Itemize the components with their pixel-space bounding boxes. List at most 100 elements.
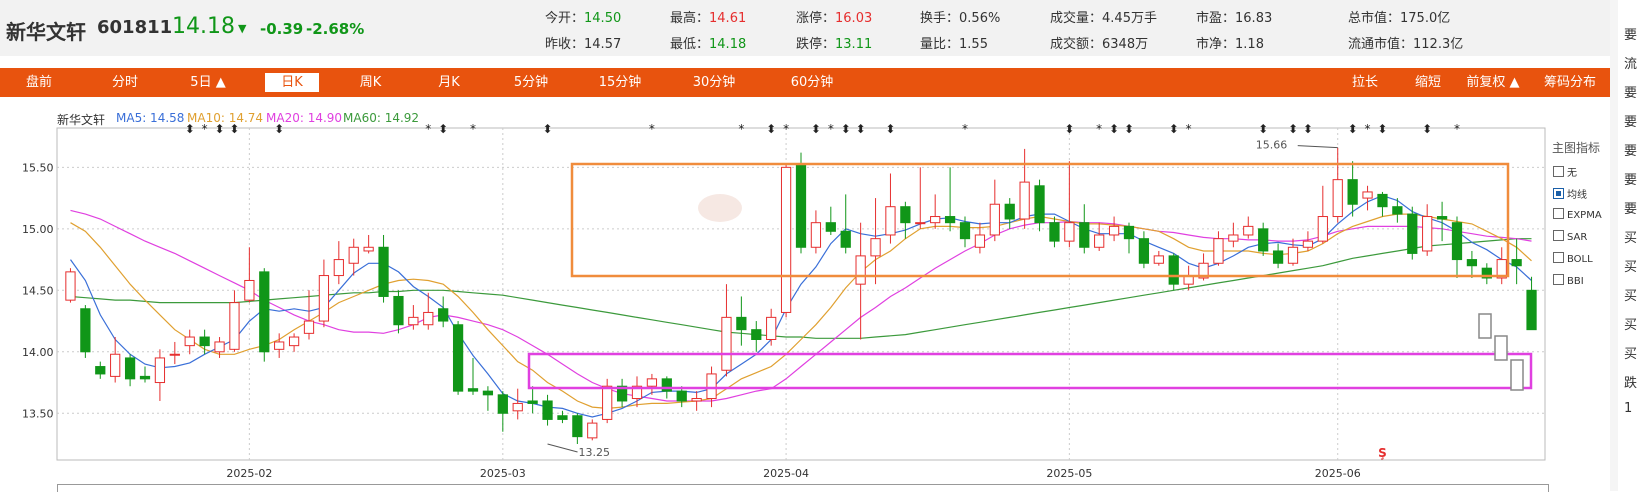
indicator-option[interactable]: 均线 <box>1553 186 1587 201</box>
indicator-checkbox[interactable] <box>1553 166 1564 177</box>
side-list-char[interactable]: 要 <box>1624 198 1637 217</box>
event-marker: ⬍ <box>766 122 776 136</box>
chart-title: 新华文轩 <box>57 113 106 127</box>
stat-value: 6348万 <box>1102 37 1149 52</box>
candle-body <box>124 357 136 380</box>
period-tab-label: 月K <box>438 75 460 90</box>
period-tab[interactable]: 15分钟 <box>575 68 665 97</box>
period-tab[interactable]: 5分钟 <box>490 68 572 97</box>
stat-value: 16.03 <box>835 11 873 26</box>
side-list-char[interactable]: 流 <box>1624 53 1637 72</box>
candle-body <box>1258 228 1269 252</box>
chart-option-button[interactable]: 缩短 <box>1403 68 1453 97</box>
stat-label: 市盈： <box>1196 11 1236 26</box>
event-marker: ⬍ <box>856 122 866 136</box>
stat-label: 今开： <box>545 11 585 26</box>
candle-body <box>959 222 971 240</box>
quote-header: 新华文轩 601811 14.18 ▼ -0.39 -2.68% 今开：14.5… <box>0 0 1610 56</box>
side-list-char[interactable]: 要 <box>1624 140 1637 159</box>
ma-legend-item: MA5: 14.58 <box>116 111 185 125</box>
scrollbar[interactable] <box>1610 0 1618 491</box>
y-tick-label: 15.50 <box>22 161 54 174</box>
candle-body <box>363 246 374 252</box>
stat-value: 175.0亿 <box>1400 11 1451 26</box>
y-tick-label: 14.00 <box>22 346 54 359</box>
chart-option-button[interactable]: 前复权 ▲ <box>1458 68 1528 97</box>
candle-body <box>1168 255 1179 285</box>
chart-option-button[interactable]: 拉长 <box>1340 68 1390 97</box>
candle-body <box>915 222 926 225</box>
candle-body <box>318 275 330 322</box>
side-list-char[interactable]: 买 <box>1624 227 1637 246</box>
side-list-char[interactable]: 买 <box>1624 314 1637 333</box>
event-marker: ⬍ <box>1377 122 1387 136</box>
event-marker: * <box>425 122 431 136</box>
chart-option-button[interactable]: 筹码分布 <box>1537 68 1603 97</box>
event-marker: * <box>1096 122 1102 136</box>
period-tab[interactable]: 60分钟 <box>762 68 862 97</box>
candle-body <box>1094 234 1105 248</box>
event-marker: ⬍ <box>1348 122 1358 136</box>
candle-body <box>1004 203 1015 220</box>
indicator-panel-title: 主图指标 <box>1552 141 1601 155</box>
candle-body <box>780 166 792 313</box>
stat-label: 市净： <box>1196 37 1236 52</box>
candle-body <box>989 203 1000 236</box>
period-tab[interactable]: 盘前 <box>0 68 78 97</box>
side-list-char[interactable]: 买 <box>1624 285 1637 304</box>
candle-body <box>721 316 732 371</box>
stock-name: 新华文轩 <box>6 20 86 44</box>
period-tab[interactable]: 日K <box>252 68 332 97</box>
indicator-checkbox[interactable] <box>1553 208 1564 219</box>
stat-item: 成交额：6348万 <box>1050 33 1148 52</box>
stat-label: 成交额： <box>1050 37 1103 52</box>
period-tab-label: 60分钟 <box>790 75 834 90</box>
candle-body <box>303 320 315 334</box>
stock-change-percent: -2.68% <box>306 20 365 38</box>
side-list-char[interactable]: 跌 <box>1624 372 1637 391</box>
candle-body <box>691 398 702 402</box>
side-list-char[interactable]: 要 <box>1624 24 1637 43</box>
period-tab[interactable]: 分时 <box>80 68 170 97</box>
period-tab[interactable]: 月K <box>410 68 488 97</box>
period-tab[interactable]: 周K <box>333 68 408 97</box>
candle-body <box>1228 234 1239 242</box>
side-list-char[interactable]: 买 <box>1624 343 1637 362</box>
event-marker: * <box>649 122 655 136</box>
event-marker: ⬍ <box>1109 122 1119 136</box>
stat-label: 总市值： <box>1348 11 1401 26</box>
stat-item: 总市值：175.0亿 <box>1348 7 1450 26</box>
stat-label: 流通市值： <box>1348 37 1414 52</box>
high-price-label: 15.66 <box>1256 139 1288 152</box>
side-list-char[interactable]: 要 <box>1624 111 1637 130</box>
candle-body <box>408 316 419 326</box>
indicator-option[interactable]: 无 <box>1553 164 1577 179</box>
side-list-char[interactable]: 要 <box>1624 169 1637 188</box>
indicator-checkbox[interactable] <box>1553 274 1564 285</box>
period-tab[interactable]: 30分钟 <box>668 68 760 97</box>
indicator-label: EXPMA <box>1567 210 1602 221</box>
x-tick-label: 2025-06 <box>1315 467 1361 480</box>
indicator-option[interactable]: BOLL <box>1553 252 1593 265</box>
side-list-char[interactable]: 1 <box>1624 401 1632 416</box>
indicator-checkbox[interactable] <box>1553 230 1564 241</box>
side-list-char[interactable]: 买 <box>1624 256 1637 275</box>
candle-body <box>452 324 464 392</box>
candle-body <box>1064 222 1075 242</box>
side-list-char[interactable]: 要 <box>1624 82 1637 101</box>
candle-body <box>1287 246 1299 264</box>
indicator-checkbox[interactable] <box>1553 188 1564 199</box>
period-tab-label: 5分钟 <box>513 75 549 90</box>
period-tab[interactable]: 5日 ▲ <box>168 68 248 97</box>
event-marker: ⬍ <box>811 122 821 136</box>
candle-body <box>646 378 658 387</box>
indicator-option[interactable]: SAR <box>1553 230 1587 243</box>
indicator-option[interactable]: EXPMA <box>1553 208 1602 221</box>
stat-label: 量比： <box>920 37 960 52</box>
indicator-checkbox[interactable] <box>1553 252 1564 263</box>
indicator-option[interactable]: BBI <box>1553 274 1584 287</box>
event-marker: ⬍ <box>1422 122 1432 136</box>
event-marker: ⬍ <box>885 122 895 136</box>
ma-legend-item: MA20: 14.90 <box>266 111 343 125</box>
kline-chart[interactable]: 15.50 15.00 14.50 14.00 13.50 2025-02 2025-03 2… <box>0 100 1560 484</box>
